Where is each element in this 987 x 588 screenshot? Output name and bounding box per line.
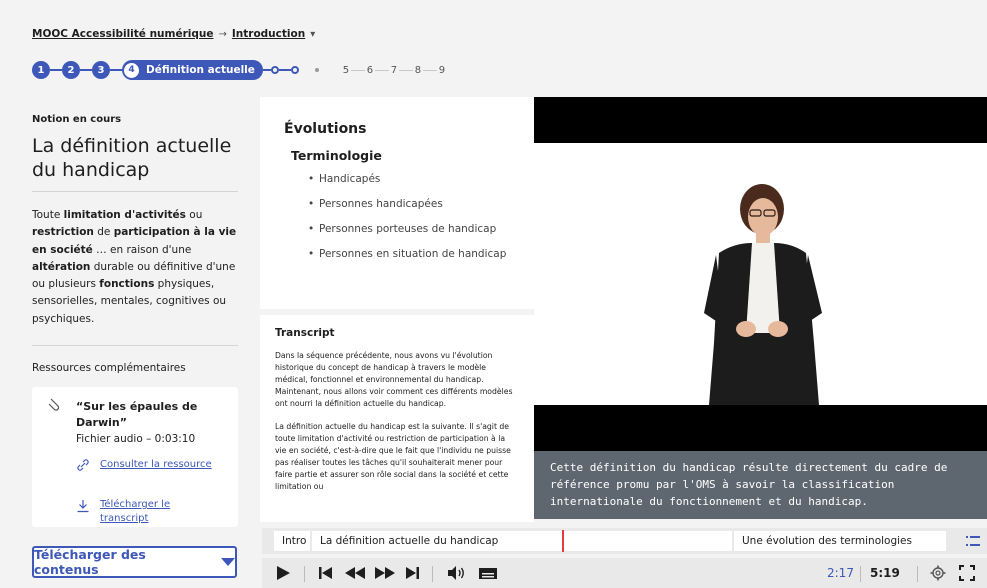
substep-dot[interactable] (290, 66, 299, 74)
breadcrumb-course-link[interactable]: MOOC Accessibilité numérique (32, 28, 213, 40)
slide-list-item: Handicapés (308, 173, 506, 198)
definition-text: … en raison d'une (92, 243, 192, 256)
step-current-label: Définition actuelle (146, 64, 255, 76)
fast-forward-icon[interactable] (374, 564, 396, 582)
divider (32, 191, 238, 192)
resource-meta: Fichier audio – 0:03:10 (76, 433, 196, 445)
download-contents-label: Télécharger des contenus (34, 547, 146, 577)
captions-icon[interactable] (478, 564, 498, 582)
slide-subheading: Terminologie (291, 148, 382, 163)
step-9[interactable]: 9 (437, 65, 447, 76)
notion-label: Notion en cours (32, 114, 122, 125)
step-5[interactable]: 5 (341, 65, 351, 76)
step-7[interactable]: 7 (389, 65, 399, 76)
definition-text: de (93, 226, 114, 239)
consult-resource-link[interactable]: Consulter la ressource (100, 458, 220, 472)
current-time: 2:17 (827, 566, 854, 580)
download-contents-button[interactable]: Télécharger des contenus (32, 546, 237, 578)
resource-card: “Sur les épaules de Darwin” Fichier audi… (32, 387, 238, 527)
definition-keyword: restriction (32, 226, 94, 239)
step-progress: 1 2 3 4 Définition actuelle 5 6 7 8 9 (32, 60, 447, 80)
breadcrumb-arrow: → (218, 28, 227, 40)
chapter-current[interactable]: La définition actuelle du handicap (312, 531, 732, 551)
slide-list-item: Personnes en situation de handicap (308, 248, 506, 273)
download-icon (77, 500, 89, 513)
transcript-paragraph: Dans la séquence précédente, nous avons … (275, 351, 513, 408)
resource-title: “Sur les épaules de Darwin” (76, 400, 198, 429)
link-icon (77, 459, 89, 471)
skip-previous-icon[interactable] (318, 564, 334, 582)
step-current[interactable]: 4 Définition actuelle (122, 60, 263, 80)
chapter-intro[interactable]: Intro (274, 531, 310, 551)
control-divider (917, 566, 918, 582)
step-3[interactable]: 3 (92, 61, 110, 79)
step-2[interactable]: 2 (62, 61, 80, 79)
definition-text: ou (185, 209, 203, 221)
resources-label: Ressources complémentaires (32, 362, 186, 374)
audio-attachment-icon (48, 398, 60, 411)
settings-gear-icon[interactable] (930, 564, 946, 582)
slide-panel: Évolutions Terminologie Handicapés Perso… (260, 97, 534, 309)
chapter-next[interactable]: Une évolution des terminologies (734, 531, 946, 551)
header: MOOC Accessibilité numérique → Introduct… (0, 0, 987, 97)
transcript-paragraph: La définition actuelle du handicap est l… (275, 422, 511, 491)
transcript-panel[interactable]: Transcript Dans la séquence précédente, … (260, 309, 534, 522)
transcript-text: Dans la séquence précédente, nous avons … (275, 350, 517, 504)
slide-list: Handicapés Personnes handicapées Personn… (308, 173, 506, 273)
step-connector (80, 69, 92, 71)
dropdown-arrow-icon (221, 558, 235, 566)
video-player[interactable]: Cette définition du handicap résulte dir… (534, 97, 987, 519)
video-subtitle: Cette définition du handicap résulte dir… (534, 451, 987, 519)
rewind-icon[interactable] (344, 564, 366, 582)
breadcrumb-caret-icon[interactable]: ▾ (310, 29, 315, 40)
step-6[interactable]: 6 (365, 65, 375, 76)
presenter-video-frame (534, 143, 987, 405)
step-connector (262, 69, 271, 71)
volume-icon[interactable] (446, 564, 466, 582)
step-connector (350, 69, 365, 71)
control-divider (304, 566, 305, 582)
step-connector (374, 69, 389, 71)
skip-next-icon[interactable] (404, 564, 420, 582)
step-connector (398, 69, 413, 71)
chapter-list-icon[interactable] (965, 533, 981, 549)
play-icon[interactable] (274, 564, 292, 582)
breadcrumb: MOOC Accessibilité numérique → Introduct… (32, 28, 315, 40)
control-divider (432, 566, 433, 582)
player-controls: 2:17 5:19 (262, 558, 987, 588)
notion-panel: Notion en cours La définition actuelle d… (20, 97, 260, 527)
download-transcript-link[interactable]: Télécharger le transcript (100, 498, 220, 526)
slide-heading: Évolutions (284, 121, 367, 137)
video-letterbox-bottom (534, 405, 987, 451)
definition-keyword: limitation d'activités (63, 209, 186, 221)
substep-dot[interactable] (270, 66, 279, 74)
step-connector (278, 69, 291, 71)
breadcrumb-section-link[interactable]: Introduction (232, 28, 305, 40)
divider (32, 345, 238, 346)
definition-keyword: altération (32, 260, 91, 273)
chapter-progress-marker (562, 530, 564, 552)
definition-text: Toute (32, 209, 64, 221)
notion-definition: Toute limitation d'activités ou restrict… (32, 207, 242, 328)
slide-list-item: Personnes porteuses de handicap (308, 223, 506, 248)
step-8[interactable]: 8 (413, 65, 423, 76)
slide-list-item: Personnes handicapées (308, 198, 506, 223)
video-letterbox-top (534, 97, 987, 143)
definition-keyword: fonctions (99, 278, 155, 291)
step-current-number: 4 (124, 62, 139, 78)
control-divider (860, 566, 861, 582)
step-connector (50, 69, 62, 71)
step-1[interactable]: 1 (32, 61, 50, 79)
total-time: 5:19 (870, 566, 900, 580)
step-connector (110, 69, 122, 71)
substep-dot-pending (314, 68, 319, 72)
transcript-title: Transcript (275, 327, 335, 339)
fullscreen-icon[interactable] (959, 564, 975, 582)
step-connector (422, 69, 437, 71)
notion-title: La définition actuelle du handicap (32, 135, 232, 181)
chapter-bar: Intro La définition actuelle du handicap… (262, 528, 987, 554)
